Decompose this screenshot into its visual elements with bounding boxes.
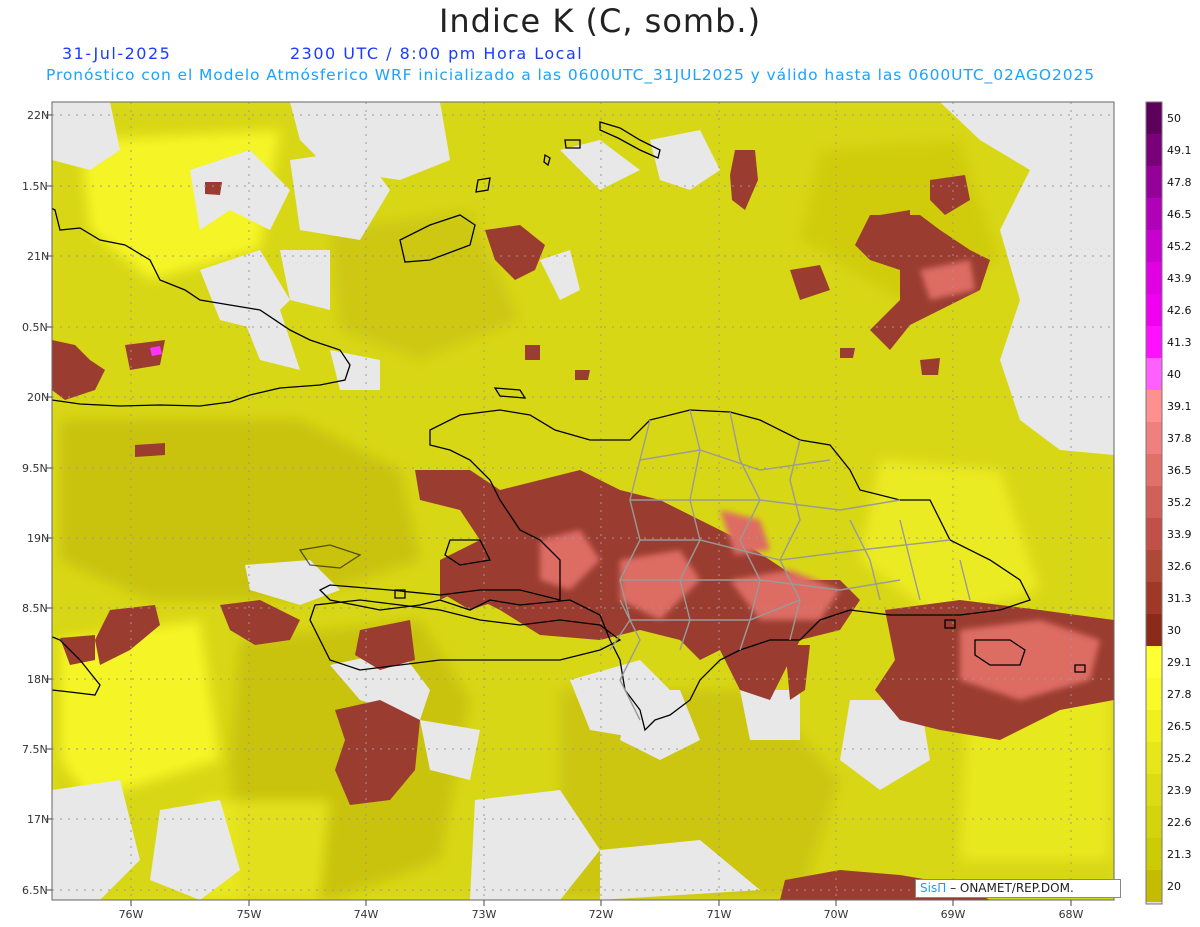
longitude-labels: 76W 75W 74W 73W 72W 71W 70W 69W 68W <box>119 908 1084 921</box>
lat-label: 1.5N <box>22 180 48 193</box>
latitude-labels: 22N 1.5N 21N 0.5N 20N 9.5N 19N 8.5N 18N … <box>22 109 49 897</box>
forecast-info: Pronóstico con el Modelo Atmósferico WRF… <box>46 66 1096 84</box>
lon-ticks <box>130 900 1072 906</box>
colorbar-swatch <box>1146 294 1162 327</box>
page-title: Indice K (C, somb.) <box>438 2 762 40</box>
k-index-field <box>52 102 1114 900</box>
colorbar-label: 25.2 <box>1167 752 1192 765</box>
colorbar-label: 35.2 <box>1167 496 1192 509</box>
colorbar-label: 26.5 <box>1167 720 1192 733</box>
colorbar-swatch <box>1146 646 1162 679</box>
colorbar-label: 47.8 <box>1167 176 1192 189</box>
colorbar-label: 31.3 <box>1167 592 1192 605</box>
lon-label: 74W <box>354 908 379 921</box>
colorbar-swatch <box>1146 614 1162 647</box>
lon-label: 71W <box>707 908 732 921</box>
lat-label: 22N <box>27 109 49 122</box>
colorbar-swatch <box>1146 454 1162 487</box>
colorbar-swatch <box>1146 102 1162 135</box>
colorbar-swatch <box>1146 678 1162 711</box>
colorbar-label: 43.9 <box>1167 272 1192 285</box>
colorbar-label: 33.9 <box>1167 528 1192 541</box>
lat-label: 21N <box>27 250 49 263</box>
colorbar-swatch <box>1146 710 1162 743</box>
colorbar-label: 37.8 <box>1167 432 1192 445</box>
colorbar-swatch <box>1146 550 1162 583</box>
colorbar-swatch <box>1146 838 1162 871</box>
colorbar-swatch <box>1146 134 1162 167</box>
lon-label: 68W <box>1059 908 1084 921</box>
colorbar-swatch <box>1146 166 1162 199</box>
colorbar-label: 42.6 <box>1167 304 1192 317</box>
colorbar-swatch <box>1146 230 1162 263</box>
colorbar-label: 29.1 <box>1167 656 1192 669</box>
lat-label: 6.5N <box>22 884 48 897</box>
colorbar-label: 39.1 <box>1167 400 1192 413</box>
colorbar-label: 49.1 <box>1167 144 1192 157</box>
colorbar-label: 21.3 <box>1167 848 1192 861</box>
colorbar-swatch <box>1146 582 1162 615</box>
lon-label: 76W <box>119 908 144 921</box>
lat-label: 8.5N <box>22 602 48 615</box>
valid-date: 31-Jul-2025 <box>62 44 172 63</box>
colorbar-swatch <box>1146 326 1162 359</box>
colorbar-swatch <box>1146 390 1162 423</box>
weather-map: 22N 1.5N 21N 0.5N 20N 9.5N 19N 8.5N 18N … <box>22 101 1192 921</box>
colorbar-label: 41.3 <box>1167 336 1192 349</box>
colorbar-swatch <box>1146 774 1162 807</box>
lat-label: 19N <box>27 532 49 545</box>
colorbar-label: 45.2 <box>1167 240 1192 253</box>
colorbar-label: 20 <box>1167 880 1181 893</box>
colorbar-label: 32.6 <box>1167 560 1192 573</box>
lat-label: 7.5N <box>22 743 48 756</box>
colorbar-swatch <box>1146 486 1162 519</box>
colorbar-swatch <box>1146 262 1162 295</box>
colorbar-label: 36.5 <box>1167 464 1192 477</box>
sispi-logo: SisΠ <box>920 881 947 895</box>
lon-label: 75W <box>237 908 262 921</box>
lat-label: 9.5N <box>22 462 48 475</box>
lon-label: 72W <box>589 908 614 921</box>
credit-org: – ONAMET/REP.DOM. <box>950 881 1074 895</box>
lat-ticks <box>46 114 52 891</box>
colorbar-swatch <box>1146 422 1162 455</box>
colorbar-label: 46.5 <box>1167 208 1192 221</box>
lat-label: 17N <box>27 813 49 826</box>
colorbar-label: 22.6 <box>1167 816 1192 829</box>
colorbar-label: 40 <box>1167 368 1181 381</box>
colorbar-label: 27.8 <box>1167 688 1192 701</box>
lon-label: 70W <box>824 908 849 921</box>
colorbar-swatch <box>1146 870 1162 903</box>
lon-label: 73W <box>472 908 497 921</box>
colorbar-swatch <box>1146 518 1162 551</box>
colorbar-swatch <box>1146 806 1162 839</box>
colorbar-label: 23.9 <box>1167 784 1192 797</box>
colorbar-label: 30 <box>1167 624 1181 637</box>
colorbar-swatch <box>1146 358 1162 391</box>
credit-box: SisΠ – ONAMET/REP.DOM. <box>915 879 1121 898</box>
lon-label: 69W <box>941 908 966 921</box>
colorbar-swatch <box>1146 198 1162 231</box>
colorbar: 50 49.1 47.8 46.5 45.2 43.9 42.6 41.3 40 39.1 37.8… <box>1145 101 1192 905</box>
lat-label: 18N <box>27 673 49 686</box>
colorbar-swatch <box>1146 742 1162 775</box>
colorbar-label: 50 <box>1167 112 1181 125</box>
lat-label: 0.5N <box>22 321 48 334</box>
lat-label: 20N <box>27 391 49 404</box>
valid-time: 2300 UTC / 8:00 pm Hora Local <box>290 44 584 63</box>
